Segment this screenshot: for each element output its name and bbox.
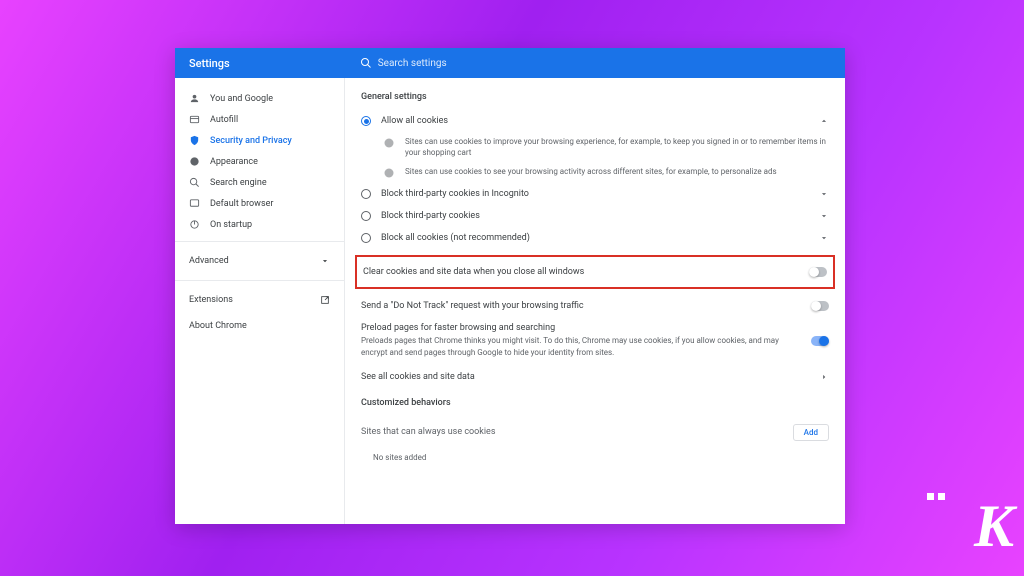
- header-bar: Settings: [175, 48, 845, 78]
- palette-icon: [189, 156, 200, 167]
- see-all-cookies-link[interactable]: See all cookies and site data: [361, 364, 829, 390]
- customized-behaviors-label: Customized behaviors: [361, 398, 829, 408]
- option-block-third-party[interactable]: Block third-party cookies: [361, 205, 829, 227]
- toggle-label: Preload pages for faster browsing and se…: [361, 323, 801, 357]
- shield-icon: [189, 135, 200, 146]
- sidebar-item-label: Autofill: [210, 115, 238, 125]
- body: You and Google Autofill Security and Pri…: [175, 78, 845, 524]
- option-label: Allow all cookies: [381, 116, 448, 126]
- person-icon: [189, 93, 200, 104]
- chevron-right-icon: [819, 372, 829, 382]
- toggle-switch[interactable]: [809, 267, 827, 277]
- info-text: Sites can use cookies to improve your br…: [405, 136, 829, 158]
- info-text: Sites can use cookies to see your browsi…: [405, 166, 777, 179]
- toggle-label: Send a "Do Not Track" request with your …: [361, 301, 801, 311]
- info-row: Sites can use cookies to improve your br…: [361, 132, 829, 162]
- radio-icon: [361, 189, 371, 199]
- chevron-down-icon: [819, 233, 829, 243]
- browser-icon: [189, 198, 200, 209]
- toggle-do-not-track[interactable]: Send a "Do Not Track" request with your …: [361, 295, 829, 317]
- chevron-down-icon: [819, 211, 829, 221]
- search-icon: [189, 177, 200, 188]
- open-in-new-icon: [320, 295, 330, 305]
- toggle-preload-pages[interactable]: Preload pages for faster browsing and se…: [361, 317, 829, 363]
- header-title: Settings: [175, 57, 230, 70]
- sites-always-cookies-row: Sites that can always use cookies Add: [361, 416, 829, 449]
- general-settings-label: General settings: [361, 92, 829, 102]
- option-label: Block third-party cookies in Incognito: [381, 189, 529, 199]
- search-settings-input[interactable]: [378, 58, 845, 69]
- watermark-dots: [927, 485, 949, 504]
- cookie-icon: [383, 137, 395, 149]
- option-label: Block all cookies (not recommended): [381, 233, 530, 243]
- sidebar-item-label: On startup: [210, 220, 252, 230]
- chevron-down-icon: [320, 256, 330, 266]
- sidebar-extensions[interactable]: Extensions: [175, 287, 344, 313]
- sites-label: Sites that can always use cookies: [361, 427, 495, 437]
- sidebar-item-label: Security and Privacy: [210, 136, 292, 146]
- toggle-title: Preload pages for faster browsing and se…: [361, 323, 801, 333]
- info-row: Sites can use cookies to see your browsi…: [361, 162, 829, 183]
- sidebar-item-label: Appearance: [210, 157, 258, 167]
- sidebar-about-chrome[interactable]: About Chrome: [175, 313, 344, 339]
- radio-icon: [361, 116, 371, 126]
- autofill-icon: [189, 114, 200, 125]
- toggle-clear-cookies-on-exit[interactable]: Clear cookies and site data when you clo…: [363, 261, 827, 283]
- toggle-title: Send a "Do Not Track" request with your …: [361, 301, 801, 311]
- chevron-down-icon: [819, 189, 829, 199]
- sidebar-item-search-engine[interactable]: Search engine: [175, 172, 344, 193]
- radio-icon: [361, 233, 371, 243]
- chrome-settings-window: Settings You and Google Autofill Securit…: [175, 48, 845, 524]
- header-search-area: [230, 57, 845, 69]
- add-button[interactable]: Add: [793, 424, 829, 441]
- advanced-label: Advanced: [189, 256, 229, 266]
- divider: [175, 241, 344, 242]
- sidebar-item-autofill[interactable]: Autofill: [175, 109, 344, 130]
- sidebar-item-on-startup[interactable]: On startup: [175, 214, 344, 235]
- sidebar-item-you-and-google[interactable]: You and Google: [175, 88, 344, 109]
- option-block-third-party-incognito[interactable]: Block third-party cookies in Incognito: [361, 183, 829, 205]
- cookie-icon: [383, 167, 395, 179]
- sidebar-item-label: You and Google: [210, 94, 273, 104]
- toggle-switch[interactable]: [811, 301, 829, 311]
- sidebar-item-security-privacy[interactable]: Security and Privacy: [175, 130, 344, 151]
- option-label: Block third-party cookies: [381, 211, 480, 221]
- link-label: See all cookies and site data: [361, 372, 475, 382]
- toggle-switch[interactable]: [811, 336, 829, 346]
- divider: [175, 280, 344, 281]
- sidebar-item-default-browser[interactable]: Default browser: [175, 193, 344, 214]
- chevron-up-icon: [819, 116, 829, 126]
- sidebar-item-label: Search engine: [210, 178, 267, 188]
- radio-icon: [361, 211, 371, 221]
- extensions-label: Extensions: [189, 295, 233, 305]
- option-block-all[interactable]: Block all cookies (not recommended): [361, 227, 829, 249]
- sidebar-item-appearance[interactable]: Appearance: [175, 151, 344, 172]
- sidebar-item-label: Default browser: [210, 199, 273, 209]
- no-sites-text: No sites added: [361, 449, 829, 462]
- toggle-title: Clear cookies and site data when you clo…: [363, 267, 799, 277]
- main-panel: General settings Allow all cookies Sites…: [345, 78, 845, 524]
- option-allow-all-cookies[interactable]: Allow all cookies: [361, 110, 829, 132]
- power-icon: [189, 219, 200, 230]
- toggle-description: Preloads pages that Chrome thinks you mi…: [361, 335, 801, 357]
- search-icon: [360, 57, 372, 69]
- watermark-logo: K: [974, 492, 1014, 561]
- highlighted-setting: Clear cookies and site data when you clo…: [355, 255, 835, 289]
- toggle-label: Clear cookies and site data when you clo…: [363, 267, 799, 277]
- about-label: About Chrome: [189, 321, 247, 331]
- sidebar-advanced[interactable]: Advanced: [175, 248, 344, 274]
- sidebar: You and Google Autofill Security and Pri…: [175, 78, 345, 524]
